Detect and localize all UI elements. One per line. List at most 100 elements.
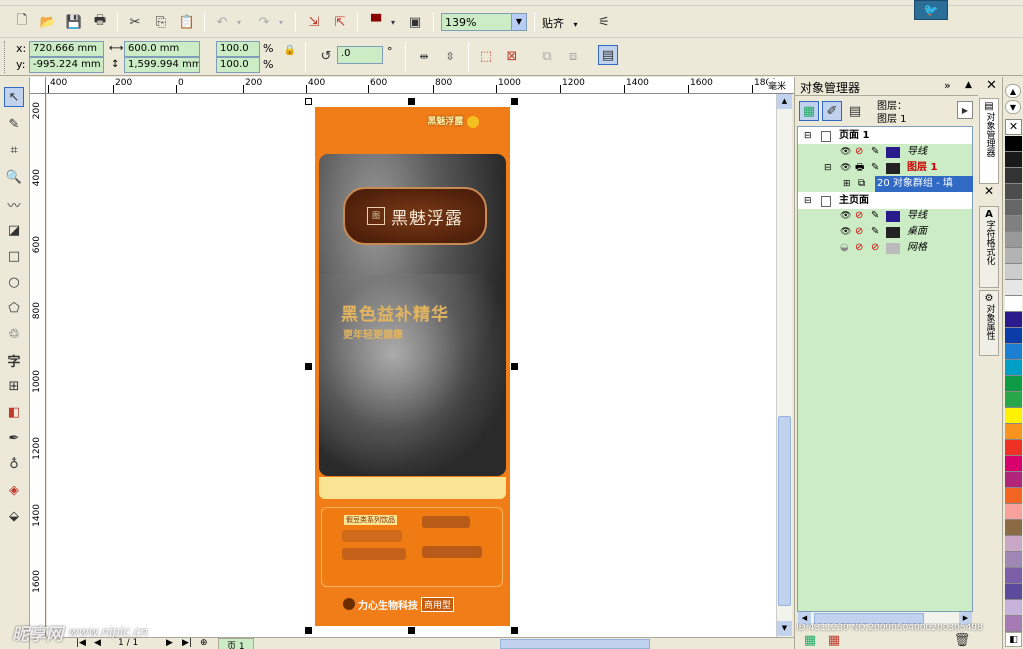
palette-color-swatch[interactable]: [1005, 264, 1022, 280]
palette-color-swatch[interactable]: [1005, 424, 1022, 440]
options-icon[interactable]: ⚟: [594, 12, 614, 32]
palette-color-swatch[interactable]: [1005, 136, 1022, 152]
cut-icon[interactable]: ✂: [125, 12, 145, 32]
application-launcher-icon[interactable]: ▀: [366, 12, 386, 32]
tree-object-group[interactable]: ⊞ ⧉ 20 对象群组 - 填: [798, 176, 973, 192]
docker-close-icon[interactable]: ✕: [986, 78, 997, 93]
add-page-icon[interactable]: ⊕: [200, 638, 208, 648]
palette-color-swatch[interactable]: [1005, 472, 1022, 488]
tree-master-guides[interactable]: 👁 ⊘ ✎ 导线: [798, 208, 973, 224]
outline-tool-icon[interactable]: ♁: [4, 454, 24, 474]
selection-handle-bl[interactable]: [305, 627, 312, 634]
canvas-vertical-scrollbar[interactable]: ▲ ▼: [776, 94, 792, 637]
docker-expand-icon[interactable]: »: [944, 79, 951, 92]
snap-to-menu[interactable]: 贴齐 ▾: [542, 15, 586, 31]
selection-handle-br[interactable]: [511, 627, 518, 634]
tab-object-properties[interactable]: ⚙ 对象属性: [979, 290, 999, 356]
tree-page-1[interactable]: ⊟ 页面 1: [798, 128, 973, 144]
layer-color-swatch[interactable]: [886, 243, 900, 254]
layer-manager-view-icon[interactable]: ▤: [845, 101, 865, 121]
palette-color-swatch[interactable]: [1005, 584, 1022, 600]
no-color-swatch[interactable]: ✕: [1005, 119, 1022, 135]
palette-color-swatch[interactable]: [1005, 536, 1022, 552]
vertical-ruler[interactable]: 200 400 600 800 1000 1200 1400 1600: [30, 94, 46, 637]
palette-color-swatch[interactable]: [1005, 520, 1022, 536]
tree-guides-layer[interactable]: 👁 ⊘ ✎ 导线: [798, 144, 973, 160]
selection-handle-tr[interactable]: [511, 98, 518, 105]
redo-dropdown-icon[interactable]: ▾: [276, 12, 286, 32]
next-page-icon[interactable]: ▶: [166, 638, 173, 648]
palette-color-swatch[interactable]: [1005, 376, 1022, 392]
horizontal-ruler[interactable]: 400 200 0 200 400 600 800 1000 1200 1400 1600 1800: [30, 77, 794, 94]
rectangle-tool-icon[interactable]: □: [4, 246, 24, 266]
palette-color-swatch[interactable]: [1005, 392, 1022, 408]
palette-color-swatch[interactable]: [1005, 600, 1022, 616]
palette-color-swatch[interactable]: [1005, 328, 1022, 344]
undo-icon[interactable]: ↶: [212, 12, 232, 32]
visible-eye-icon[interactable]: 👁: [840, 144, 851, 160]
layer-color-swatch[interactable]: [886, 147, 900, 158]
palette-color-swatch[interactable]: [1005, 152, 1022, 168]
scale-x-field[interactable]: 100.0: [216, 41, 260, 57]
edit-disabled-icon[interactable]: ⊘: [871, 240, 879, 256]
edit-pencil-icon[interactable]: ✎: [871, 160, 879, 176]
freehand-tool-icon[interactable]: 〰: [4, 194, 24, 214]
palette-color-swatch[interactable]: [1005, 568, 1022, 584]
print-disabled-icon[interactable]: ⊘: [855, 208, 863, 224]
palette-scroll-down-icon[interactable]: ▼: [1005, 100, 1021, 114]
show-properties-icon[interactable]: ▦: [799, 101, 819, 121]
eyedropper-tool-icon[interactable]: ✒: [4, 428, 24, 448]
ruler-corner[interactable]: [30, 77, 46, 94]
scroll-up-icon[interactable]: ▲: [777, 94, 792, 109]
palette-color-swatch[interactable]: [1005, 456, 1022, 472]
layer-color-swatch[interactable]: [886, 227, 900, 238]
palette-color-swatch[interactable]: [1005, 312, 1022, 328]
tree-layer-1[interactable]: ⊟ 👁 🖶 ✎ 图层 1: [798, 160, 973, 176]
edit-across-layers-icon[interactable]: ✐: [822, 101, 842, 121]
edit-pencil-icon[interactable]: ✎: [871, 144, 879, 160]
selection-handle-tc[interactable]: [408, 98, 415, 105]
selection-handle-bc[interactable]: [408, 627, 415, 634]
palette-color-swatch[interactable]: [1005, 216, 1022, 232]
docker-menu-icon[interactable]: ▶: [957, 101, 973, 119]
zoom-select[interactable]: 139% ▼: [441, 13, 527, 31]
polygon-tool-icon[interactable]: ⬠: [4, 298, 24, 318]
y-position-field[interactable]: -995.224 mm: [29, 57, 104, 73]
last-page-icon[interactable]: ▶|: [182, 638, 192, 648]
redo-icon[interactable]: ↷: [254, 12, 274, 32]
x-position-field[interactable]: 720.666 mm: [29, 41, 104, 57]
visible-eye-icon[interactable]: 👁: [840, 160, 851, 176]
undo-dropdown-icon[interactable]: ▾: [234, 12, 244, 32]
palette-color-swatch[interactable]: [1005, 552, 1022, 568]
tab-object-manager[interactable]: ▤ 对象管理器: [979, 98, 999, 184]
interactive-fill-tool-icon[interactable]: ⬙: [4, 506, 24, 526]
crop-tool-icon[interactable]: ⌗: [4, 140, 24, 160]
print-icon[interactable]: 🖶: [90, 12, 110, 32]
palette-color-swatch[interactable]: [1005, 232, 1022, 248]
edit-pencil-icon[interactable]: ✎: [871, 208, 879, 224]
break-apart-icon[interactable]: ⧈: [563, 46, 583, 66]
scroll-thumb[interactable]: [778, 416, 791, 606]
welcome-screen-icon[interactable]: ▣: [405, 12, 425, 32]
printer-icon[interactable]: 🖶: [855, 160, 864, 176]
layer-color-swatch[interactable]: [886, 163, 900, 174]
basic-shapes-tool-icon[interactable]: ♲: [4, 324, 24, 344]
palette-color-swatch[interactable]: [1005, 360, 1022, 376]
print-disabled-icon[interactable]: ⊘: [855, 240, 863, 256]
new-layer-icon[interactable]: ▦: [800, 632, 820, 649]
scale-y-field[interactable]: 100.0: [216, 57, 260, 73]
launcher-dropdown-icon[interactable]: ▾: [388, 12, 398, 32]
poster-artwork[interactable]: 黑魅浮露 图 黑魅浮露 黑色益补精华 更年轻更健康 假豆类系列饮品 力心生物科技…: [315, 107, 510, 626]
tree-master-page[interactable]: ⊟ 主页面: [798, 193, 973, 209]
print-disabled-icon[interactable]: ⊘: [855, 224, 863, 240]
expand-group-icon[interactable]: ⊞: [843, 176, 851, 192]
palette-color-swatch[interactable]: [1005, 408, 1022, 424]
palette-color-swatch[interactable]: [1005, 344, 1022, 360]
palette-color-swatch[interactable]: [1005, 280, 1022, 296]
ungroup-icon[interactable]: ⊠: [502, 46, 522, 66]
palette-color-swatch[interactable]: [1005, 168, 1022, 184]
scroll-down-icon[interactable]: ▼: [777, 621, 792, 636]
horizontal-scroll-thumb[interactable]: [500, 639, 650, 649]
width-field[interactable]: 600.0 mm: [124, 41, 200, 57]
palette-expand-icon[interactable]: ◧: [1005, 632, 1022, 647]
